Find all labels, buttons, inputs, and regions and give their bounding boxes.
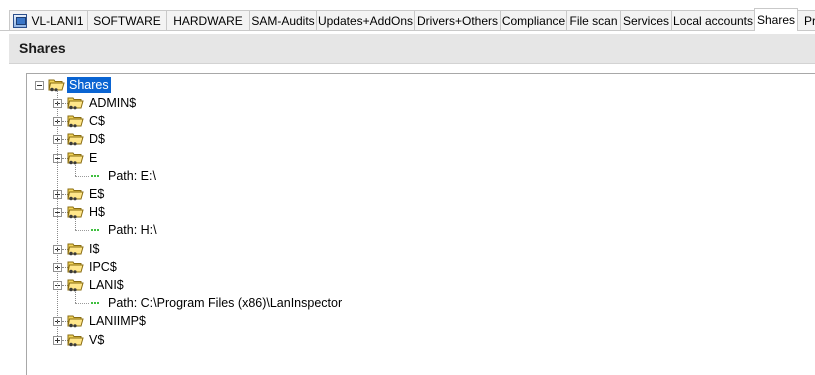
- tab-compliance[interactable]: Compliance: [500, 10, 567, 30]
- tab-local-accounts[interactable]: Local accounts: [671, 10, 755, 30]
- tab-services[interactable]: Services: [620, 10, 672, 30]
- path-leaf-icon: [91, 302, 99, 306]
- tab-label: SAM-Audits: [251, 13, 315, 28]
- tab-sam-audits[interactable]: SAM-Audits: [249, 10, 317, 30]
- tree-connector: [75, 219, 76, 231]
- share-name[interactable]: E$: [89, 186, 104, 202]
- shared-folder-icon: [67, 332, 84, 346]
- tree-connector: [75, 303, 89, 305]
- tab-label: VL-LANI1: [31, 13, 84, 28]
- shares-tree[interactable]: Shares ADMIN$ C$ D$ E Path: E:\ E$ H$ Path: H:\ I…: [26, 73, 815, 375]
- shared-folder-icon: [67, 204, 84, 219]
- share-name[interactable]: V$: [89, 332, 104, 348]
- shared-folder-icon: [67, 241, 84, 255]
- tab-drivers-others[interactable]: Drivers+Others: [414, 10, 501, 30]
- tab-label: SOFTWARE: [93, 13, 161, 28]
- tab-bar: VL-LANI1 SOFTWARE HARDWARE SAM-Audits Update…: [0, 0, 815, 31]
- shared-folder-icon: [67, 277, 84, 292]
- tree-connector: [75, 164, 76, 176]
- shared-folder-icon: [67, 113, 84, 128]
- share-path: Path: E:\: [108, 168, 156, 183]
- tab-label: HARDWARE: [173, 13, 243, 28]
- share-path: Path: H:\: [108, 223, 157, 238]
- tree-connector: [75, 230, 89, 232]
- path-leaf-icon: [91, 174, 99, 179]
- tab-updates-addons[interactable]: Updates+AddOns: [316, 10, 415, 30]
- tab-software[interactable]: SOFTWARE: [87, 10, 167, 30]
- tab-label: Updates+AddOns: [317, 13, 414, 28]
- share-name[interactable]: E: [89, 150, 97, 166]
- tab-label: File scan: [569, 13, 618, 28]
- shared-folder-icon: [67, 313, 84, 328]
- share-name[interactable]: D$: [89, 131, 105, 147]
- share-name[interactable]: LANIIMP$: [89, 313, 146, 329]
- collapse-root-icon[interactable]: [35, 81, 44, 90]
- tab-file-scan[interactable]: File scan: [566, 10, 621, 30]
- expand-icon[interactable]: [53, 335, 62, 345]
- tab-shares[interactable]: Shares: [754, 8, 798, 31]
- share-name[interactable]: C$: [89, 113, 105, 129]
- page-title: Shares: [19, 40, 66, 56]
- share-name[interactable]: IPC$: [89, 259, 117, 275]
- tree-root-label[interactable]: Shares: [67, 77, 111, 93]
- tab-label: Shares: [756, 13, 796, 27]
- computer-app-icon: [13, 13, 28, 28]
- tab-vl-lani1[interactable]: VL-LANI1: [9, 10, 88, 30]
- tab-pr[interactable]: Pr: [797, 10, 815, 30]
- shared-folder-icon: [67, 95, 84, 110]
- tab-label: Services: [622, 13, 669, 28]
- share-path: Path: C:\Program Files (x86)\LanInspecto…: [108, 296, 343, 311]
- shared-folder-icon: [67, 259, 84, 274]
- shared-folder-icon: [67, 131, 84, 146]
- share-name[interactable]: I$: [89, 241, 99, 257]
- tab-label: Local accounts: [672, 13, 754, 28]
- shared-folder-icon: [48, 77, 65, 92]
- shared-folder-icon: [67, 150, 84, 164]
- share-name[interactable]: H$: [89, 204, 105, 220]
- path-leaf-icon: [91, 229, 99, 233]
- tab-label: Drivers+Others: [416, 13, 499, 28]
- share-name[interactable]: LANI$: [89, 277, 124, 293]
- tab-label: Compliance: [501, 13, 566, 28]
- tree-connector: [75, 175, 89, 177]
- tab-hardware[interactable]: HARDWARE: [166, 10, 250, 30]
- page-header: Shares: [9, 34, 815, 64]
- tree-connector: [57, 90, 58, 336]
- shared-folder-icon: [67, 186, 84, 201]
- share-name[interactable]: ADMIN$: [89, 95, 136, 111]
- tree-connector: [75, 292, 76, 304]
- tab-label: Pr: [804, 13, 815, 28]
